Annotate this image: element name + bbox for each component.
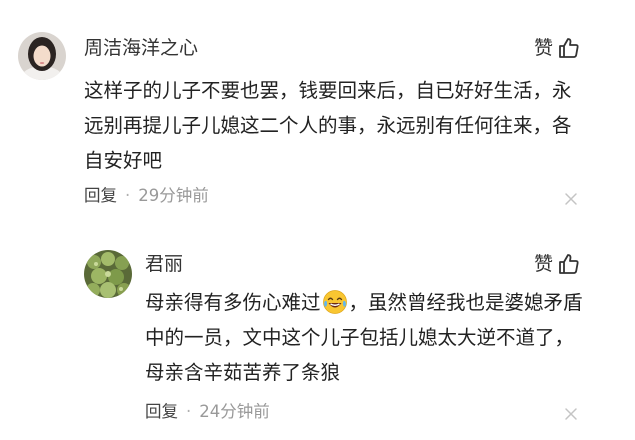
close-icon[interactable] (563, 191, 579, 207)
close-icon[interactable] (563, 406, 579, 422)
avatar[interactable] (18, 32, 66, 80)
meta-separator: · (125, 186, 131, 205)
username[interactable]: 君丽 (145, 252, 183, 276)
comment-item: 周洁海洋之心 赞 这样子的儿子不要也罢，钱要回来后，自已好好生活，永远别再提儿子… (0, 0, 635, 230)
like-label: 赞 (533, 37, 553, 59)
like-button[interactable]: 赞 (534, 252, 581, 276)
comment-text: 这样子的儿子不要也罢，钱要回来后，自已好好生活，永远别再提儿子儿媳这二个人的事，… (84, 79, 572, 172)
comment-meta: 回复 · 29分钟前 (84, 185, 209, 207)
comment-item: 君丽 赞 母亲得有多伤心难过 ，虽然曾经我也是婆媳矛盾中的一员，文中这个儿子包括… (0, 230, 635, 440)
reply-button[interactable]: 回复 (145, 401, 178, 423)
like-label: 赞 (533, 253, 553, 275)
timestamp: 29分钟前 (138, 186, 209, 205)
thumbs-up-icon (559, 38, 579, 58)
comment-meta: 回复 · 24分钟前 (145, 401, 270, 423)
meta-separator: · (186, 402, 192, 421)
comment-text-part: 母亲得有多伤心难过 (145, 291, 321, 314)
username[interactable]: 周洁海洋之心 (84, 36, 198, 60)
like-button[interactable]: 赞 (534, 36, 581, 60)
succulent-avatar-icon (84, 250, 132, 298)
timestamp: 24分钟前 (199, 402, 270, 421)
thumbs-up-icon (559, 254, 579, 274)
avatar[interactable] (84, 250, 132, 298)
comment-text: 母亲得有多伤心难过 ，虽然曾经我也是婆媳矛盾中的一员，文中这个儿子包括儿媳太大逆… (145, 285, 585, 390)
laughing-tears-emoji-icon (322, 290, 347, 314)
reply-button[interactable]: 回复 (84, 185, 117, 207)
user-avatar-icon (18, 32, 66, 80)
